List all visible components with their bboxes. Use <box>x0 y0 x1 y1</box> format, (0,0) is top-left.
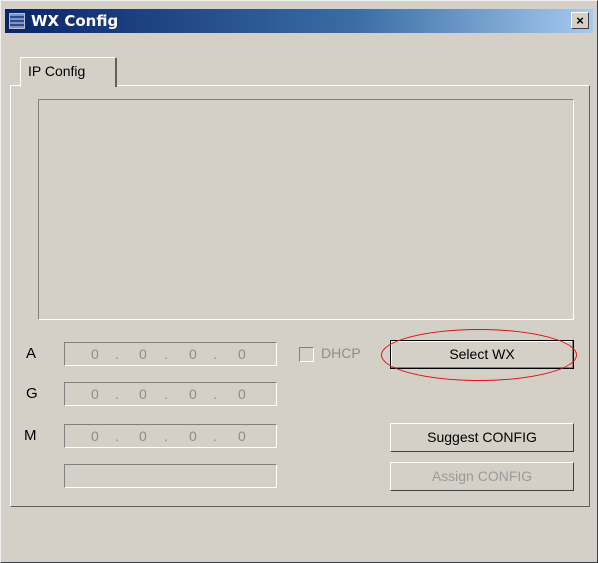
address-label: A <box>26 345 37 362</box>
octet: 0 <box>238 428 246 444</box>
octet: 0 <box>91 428 99 444</box>
close-button[interactable]: × <box>571 12 589 29</box>
dot: . <box>213 428 217 444</box>
gateway-label: G <box>26 385 38 402</box>
mask-label: M <box>24 427 37 444</box>
tab-ip-config[interactable]: IP Config <box>20 57 117 87</box>
dot: . <box>164 346 168 362</box>
dot: . <box>164 428 168 444</box>
app-icon[interactable] <box>9 13 25 29</box>
dhcp-label: DHCP <box>321 345 361 361</box>
octet: 0 <box>139 346 147 362</box>
octet: 0 <box>139 386 147 402</box>
name-field[interactable] <box>64 464 277 488</box>
dhcp-checkbox[interactable] <box>299 347 314 362</box>
select-wx-button[interactable]: Select WX <box>390 340 574 369</box>
window-title: WX Config <box>31 12 119 30</box>
octet: 0 <box>189 386 197 402</box>
mask-ip-field[interactable]: 0 . 0 . 0 . 0 <box>64 424 277 448</box>
address-ip-field[interactable]: 0 . 0 . 0 . 0 <box>64 342 277 366</box>
suggest-config-button[interactable]: Suggest CONFIG <box>390 423 574 452</box>
tab-label: IP Config <box>28 63 86 79</box>
dot: . <box>164 386 168 402</box>
dot: . <box>213 346 217 362</box>
octet: 0 <box>91 386 99 402</box>
octet: 0 <box>189 428 197 444</box>
dot: . <box>115 428 119 444</box>
wx-device-list[interactable] <box>38 99 574 320</box>
dot: . <box>115 386 119 402</box>
assign-config-button[interactable]: Assign CONFIG <box>390 462 574 491</box>
wx-config-window: WX Config × IP Config A 0 . 0 . 0 . 0 G … <box>0 0 598 563</box>
octet: 0 <box>91 346 99 362</box>
octet: 0 <box>238 346 246 362</box>
octet: 0 <box>189 346 197 362</box>
octet: 0 <box>139 428 147 444</box>
title-bar[interactable]: WX Config × <box>5 9 593 33</box>
octet: 0 <box>238 386 246 402</box>
gateway-ip-field[interactable]: 0 . 0 . 0 . 0 <box>64 382 277 406</box>
dot: . <box>115 346 119 362</box>
dot: . <box>213 386 217 402</box>
